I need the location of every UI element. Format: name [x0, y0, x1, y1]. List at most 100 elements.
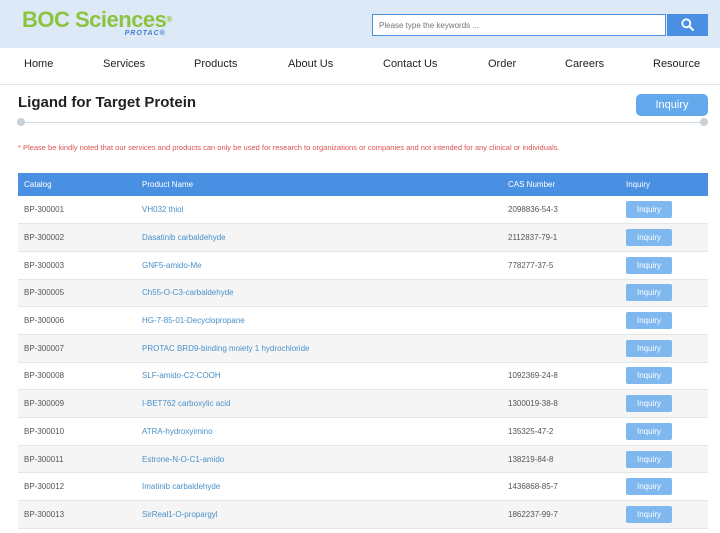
table-row: BP-300001 VH032 thiol 2098836-54-3 Inqui…: [18, 196, 708, 224]
nav-order[interactable]: Order: [488, 58, 516, 70]
cell-cas: [502, 334, 620, 362]
table-row: BP-300008 SLF-amido-C2-COOH 1092369-24-8…: [18, 362, 708, 390]
title-divider: [20, 122, 704, 123]
divider-dot-left: [17, 118, 25, 126]
cell-cas: 135325-47-2: [508, 426, 554, 436]
cell-catalog: BP-300012: [24, 482, 65, 492]
product-table: Catalog Product Name CAS Number Inquiry …: [18, 173, 708, 529]
row-inquiry-button[interactable]: Inquiry: [626, 505, 672, 523]
brand-name: BOC Sciences®: [22, 7, 172, 32]
cell-cas: 1092369-24-8: [508, 371, 558, 381]
product-link[interactable]: Estrone-N-O-C1-amido: [136, 445, 502, 473]
cell-inquiry: Inquiry: [620, 390, 708, 418]
site-header: BOC Sciences® PROTAC®: [0, 0, 720, 48]
cell-inquiry: Inquiry: [620, 334, 708, 362]
row-inquiry-button[interactable]: Inquiry: [626, 339, 672, 357]
cell-cas: 1436868-85-7: [508, 482, 558, 492]
table-header-row: Catalog Product Name CAS Number Inquiry: [18, 173, 708, 196]
table-row: BP-300002 Dasatinib carbaldehyde 2112837…: [18, 223, 708, 252]
row-inquiry-button[interactable]: Inquiry: [626, 256, 672, 274]
cell-inquiry: Inquiry: [620, 279, 708, 307]
table-row: BP-300011 Estrone-N-O-C1-amido 138219-84…: [18, 445, 708, 473]
table-row: BP-300003 GNF5-amido-Me 778277-37-5 Inqu…: [18, 251, 708, 280]
nav-products[interactable]: Products: [194, 58, 237, 70]
cell-cas: 2112837-79-1: [508, 233, 558, 243]
cell-inquiry: Inquiry: [620, 224, 708, 252]
usage-notice: * Please be kindly noted that our servic…: [18, 143, 560, 152]
cell-inquiry: Inquiry: [620, 501, 708, 529]
row-inquiry-button[interactable]: Inquiry: [626, 229, 672, 247]
search-input[interactable]: [373, 15, 665, 36]
cell-catalog: BP-300013: [24, 509, 65, 519]
table-row: BP-300010 ATRA-hydroxyimino 135325-47-2 …: [18, 418, 708, 446]
cell-inquiry: Inquiry: [620, 362, 708, 390]
table-row: BP-300013 SirReal1-O-propargyl 1862237-9…: [18, 500, 708, 529]
cell-catalog: BP-300008: [24, 371, 65, 381]
cell-catalog: BP-300005: [24, 288, 65, 298]
product-link[interactable]: Ch55-O-C3-carbaldehyde: [136, 279, 502, 307]
brand-logo[interactable]: BOC Sciences® PROTAC®: [22, 7, 172, 38]
page-title: Ligand for Target Protein: [18, 94, 197, 111]
row-inquiry-button[interactable]: Inquiry: [626, 284, 672, 302]
cell-inquiry: Inquiry: [620, 251, 708, 279]
cell-catalog: BP-300009: [24, 399, 65, 409]
cell-inquiry: Inquiry: [620, 307, 708, 335]
header-product-name: Product Name: [142, 180, 194, 189]
table-row: BP-300005 Ch55-O-C3-carbaldehyde Inquiry: [18, 279, 708, 307]
header-inquiry: Inquiry: [626, 180, 651, 189]
product-link[interactable]: SirReal1-O-propargyl: [136, 501, 502, 529]
cell-catalog: BP-300001: [24, 205, 65, 215]
cell-catalog: BP-300003: [24, 260, 65, 270]
search-button[interactable]: [667, 14, 708, 36]
product-link[interactable]: I-BET762 carboxylic acid: [136, 390, 502, 418]
product-link[interactable]: HG-7-85-01-Decyclopropane: [136, 307, 502, 335]
cell-inquiry: Inquiry: [620, 196, 708, 224]
product-link[interactable]: PROTAC BRD9-binding moiety 1 hydrochlori…: [136, 334, 502, 362]
nav-contact-us[interactable]: Contact Us: [383, 58, 437, 70]
header-cas-number: CAS Number: [508, 180, 556, 189]
row-inquiry-button[interactable]: Inquiry: [626, 367, 672, 385]
header-catalog: Catalog: [24, 180, 52, 189]
nav-careers[interactable]: Careers: [565, 58, 604, 70]
cell-cas: [502, 279, 620, 307]
inquiry-button[interactable]: Inquiry: [636, 94, 708, 116]
row-inquiry-button[interactable]: Inquiry: [626, 422, 672, 440]
cell-inquiry: Inquiry: [620, 445, 708, 473]
product-link[interactable]: VH032 thiol: [136, 196, 502, 224]
product-link[interactable]: SLF-amido-C2-COOH: [136, 362, 502, 390]
nav-resource[interactable]: Resource: [653, 58, 700, 70]
cell-catalog: BP-300006: [24, 316, 65, 326]
table-row: BP-300012 Imatinib carbaldehyde 1436868-…: [18, 473, 708, 501]
cell-cas: 1300019-38-8: [508, 399, 558, 409]
row-inquiry-button[interactable]: Inquiry: [626, 450, 672, 468]
cell-cas: 1862237-99-7: [508, 509, 558, 519]
row-inquiry-button[interactable]: Inquiry: [626, 395, 672, 413]
search-field[interactable]: [372, 14, 666, 36]
cell-catalog: BP-300002: [24, 233, 65, 243]
product-link[interactable]: Dasatinib carbaldehyde: [136, 224, 502, 252]
product-link[interactable]: ATRA-hydroxyimino: [136, 418, 502, 446]
row-inquiry-button[interactable]: Inquiry: [626, 478, 672, 496]
cell-inquiry: Inquiry: [620, 418, 708, 446]
cell-cas: 2098836-54-3: [508, 205, 558, 215]
nav-about-us[interactable]: About Us: [288, 58, 333, 70]
cell-cas: 138219-84-8: [508, 454, 554, 464]
main-nav: Home Services Products About Us Contact …: [0, 48, 720, 85]
nav-services[interactable]: Services: [103, 58, 145, 70]
cell-catalog: BP-300011: [24, 454, 64, 464]
row-inquiry-button[interactable]: Inquiry: [626, 312, 672, 330]
nav-home[interactable]: Home: [24, 58, 53, 70]
table-row: BP-300006 HG-7-85-01-Decyclopropane Inqu…: [18, 307, 708, 335]
table-row: BP-300007 PROTAC BRD9-binding moiety 1 h…: [18, 334, 708, 363]
row-inquiry-button[interactable]: Inquiry: [626, 201, 672, 219]
product-link[interactable]: Imatinib carbaldehyde: [136, 473, 502, 501]
cell-inquiry: Inquiry: [620, 473, 708, 501]
cell-cas: [502, 307, 620, 335]
search-icon: [681, 18, 694, 31]
cell-catalog: BP-300007: [24, 343, 65, 353]
table-row: BP-300009 I-BET762 carboxylic acid 13000…: [18, 389, 708, 418]
cell-cas: 778277-37-5: [508, 260, 554, 270]
divider-dot-right: [700, 118, 708, 126]
product-link[interactable]: GNF5-amido-Me: [136, 251, 502, 279]
cell-catalog: BP-300010: [24, 426, 65, 436]
